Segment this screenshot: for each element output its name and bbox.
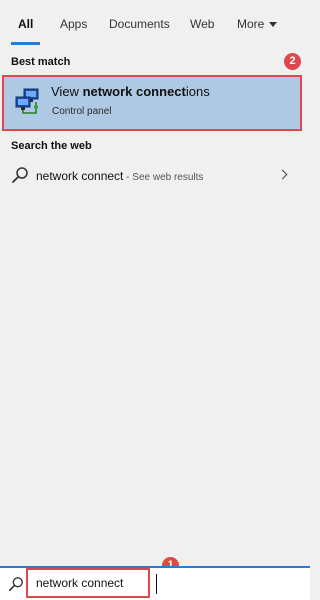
web-search-result[interactable]: network connect - See web results xyxy=(0,162,310,190)
search-icon xyxy=(12,167,28,183)
search-input-value: network connect xyxy=(36,576,124,590)
tab-web[interactable]: Web xyxy=(190,10,214,38)
caret-down-icon xyxy=(269,22,278,28)
search-icon xyxy=(8,577,23,592)
network-connections-icon xyxy=(15,88,39,114)
best-match-heading: Best match xyxy=(11,56,71,68)
best-match-title: View network connections xyxy=(51,84,210,99)
best-match-result[interactable]: View network connections Control panel xyxy=(2,75,302,131)
filter-tabs: All Apps Documents Web More xyxy=(0,0,310,46)
search-input[interactable]: network connect xyxy=(26,568,157,598)
tab-all[interactable]: All xyxy=(18,10,33,38)
text-cursor xyxy=(156,574,157,594)
chevron-right-icon[interactable] xyxy=(277,169,288,180)
tab-more[interactable]: More xyxy=(237,10,278,38)
tab-apps[interactable]: Apps xyxy=(60,10,87,38)
tab-more-label: More xyxy=(237,17,265,31)
best-match-subtitle: Control panel xyxy=(52,106,112,117)
tab-documents[interactable]: Documents xyxy=(109,10,170,38)
web-result-text: network connect - See web results xyxy=(36,169,204,183)
active-tab-indicator xyxy=(11,42,40,45)
search-the-web-heading: Search the web xyxy=(11,140,92,152)
search-bar: network connect xyxy=(0,566,310,600)
annotation-badge-2: 2 xyxy=(284,53,301,70)
